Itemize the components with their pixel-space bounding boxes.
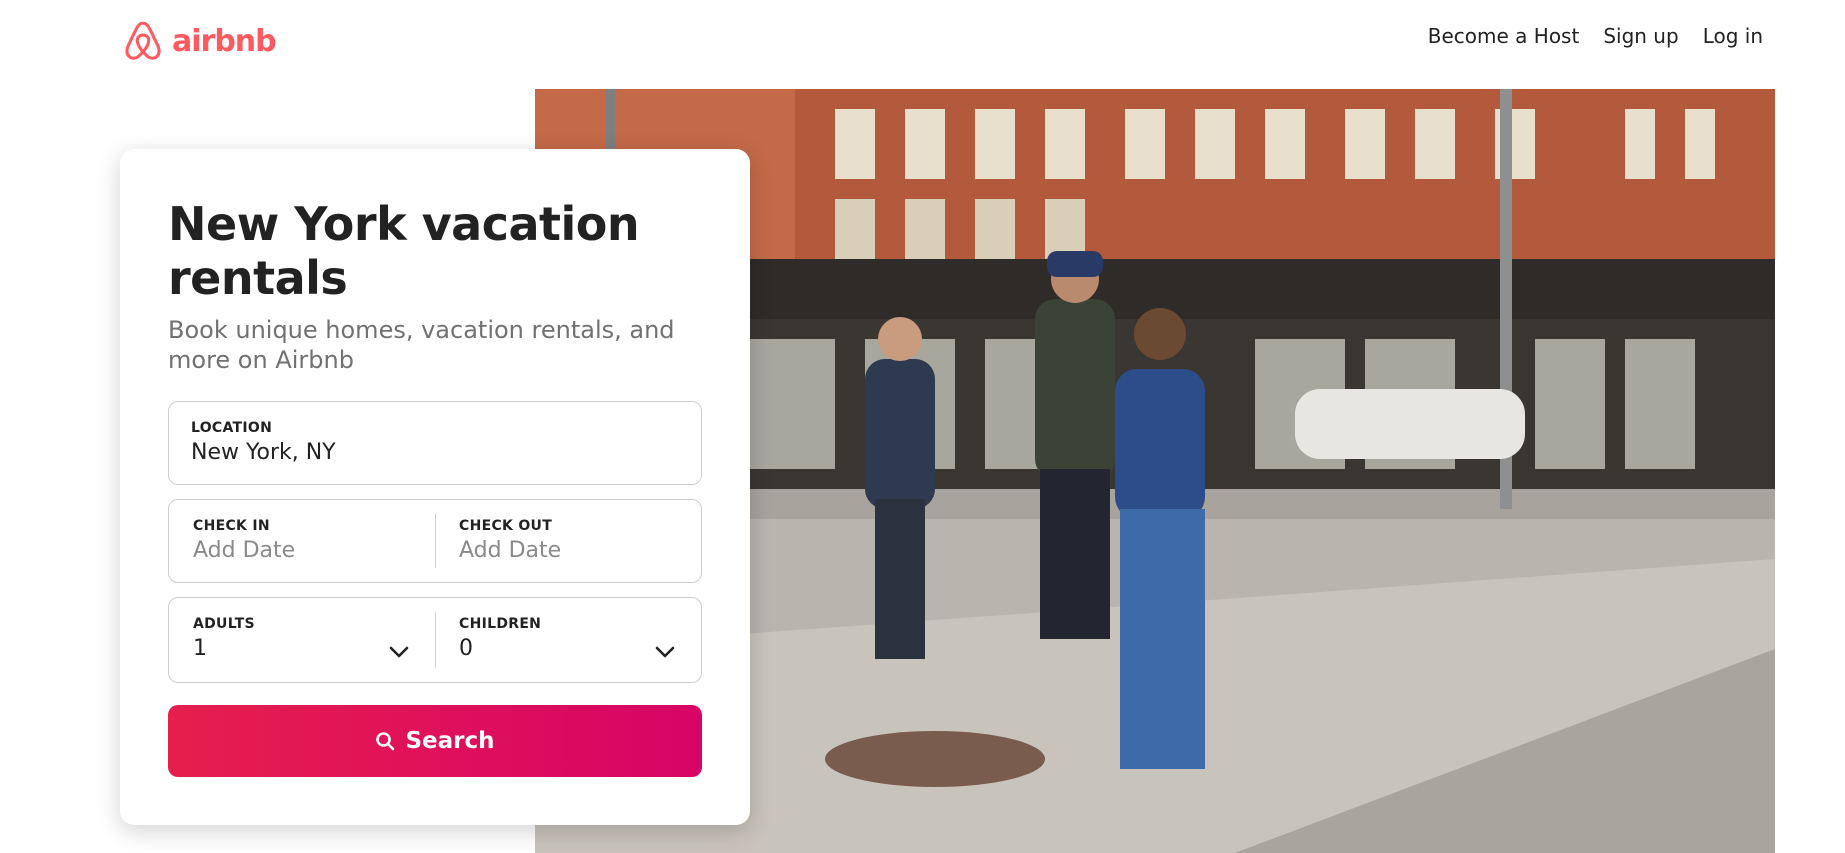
header: airbnb Become a Host Sign up Log in — [0, 0, 1845, 80]
guest-fields: ADULTS 1 CHILDREN 0 — [168, 597, 702, 683]
adults-label: ADULTS — [193, 616, 255, 632]
chevron-down-icon[interactable] — [655, 646, 675, 658]
check-out-field[interactable]: CHECK OUT Add Date — [435, 500, 701, 582]
chevron-down-icon[interactable] — [389, 646, 409, 658]
search-icon — [375, 731, 395, 751]
search-button-label: Search — [405, 728, 495, 754]
top-nav: Become a Host Sign up Log in — [1428, 24, 1763, 48]
search-card: New York vacation rentals Book unique ho… — [120, 149, 750, 825]
check-out-placeholder[interactable]: Add Date — [459, 538, 677, 563]
location-value[interactable]: New York, NY — [191, 440, 679, 465]
page-subtitle: Book unique homes, vacation rentals, and… — [168, 316, 675, 374]
children-value[interactable]: 0 — [459, 636, 677, 661]
location-field[interactable]: LOCATION New York, NY — [168, 401, 702, 485]
log-in-link[interactable]: Log in — [1703, 24, 1763, 48]
page-title: New York vacation rentals — [168, 197, 640, 305]
location-input[interactable]: LOCATION New York, NY — [169, 402, 701, 484]
search-button[interactable]: Search — [168, 705, 702, 777]
sign-up-link[interactable]: Sign up — [1603, 24, 1678, 48]
check-in-placeholder[interactable]: Add Date — [193, 538, 411, 563]
airbnb-logo-icon — [125, 21, 161, 60]
children-label: CHILDREN — [459, 616, 542, 632]
check-in-label: CHECK IN — [193, 518, 270, 534]
brand-name: airbnb — [172, 23, 277, 59]
adults-value[interactable]: 1 — [193, 636, 411, 661]
check-in-field[interactable]: CHECK IN Add Date — [169, 500, 435, 582]
become-host-link[interactable]: Become a Host — [1428, 24, 1580, 48]
children-select[interactable]: CHILDREN 0 — [435, 598, 701, 682]
adults-select[interactable]: ADULTS 1 — [169, 598, 435, 682]
date-fields: CHECK IN Add Date CHECK OUT Add Date — [168, 499, 702, 583]
airbnb-logo[interactable]: airbnb — [122, 18, 277, 64]
location-label: LOCATION — [191, 420, 273, 436]
check-out-label: CHECK OUT — [459, 518, 553, 534]
